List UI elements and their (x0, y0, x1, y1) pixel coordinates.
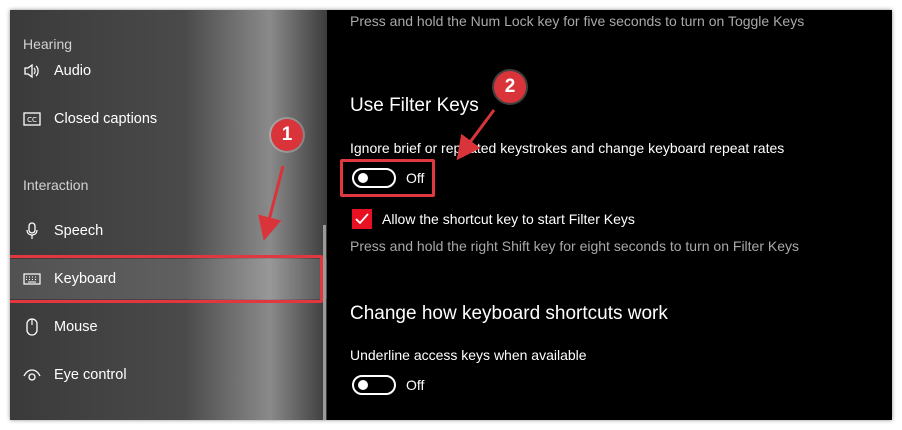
underline-toggle-row: Off (352, 375, 424, 395)
settings-window: Hearing Audio CC Closed captions Interac… (10, 10, 892, 420)
filter-keys-heading: Use Filter Keys (350, 95, 479, 116)
keyboard-settings-content: Press and hold the Num Lock key for five… (327, 10, 892, 420)
section-title-hearing: Hearing (23, 36, 73, 52)
underline-toggle-state: Off (406, 377, 425, 393)
shortcut-checkbox-row: Allow the shortcut key to start Filter K… (352, 209, 635, 229)
underline-access-keys-description: Underline access keys when available (350, 347, 587, 363)
step-2-badge: 2 (494, 71, 526, 103)
filter-keys-toggle[interactable] (352, 168, 396, 188)
sidebar-item-label: Mouse (54, 319, 98, 335)
sidebar-item-label: Speech (54, 223, 104, 239)
toggle-knob (358, 380, 368, 390)
speaker-icon (23, 62, 41, 80)
keyboard-icon (23, 270, 41, 288)
sidebar-scrollbar[interactable] (323, 225, 326, 420)
sidebar-item-label: Audio (54, 63, 92, 79)
sidebar-item-eye-control[interactable]: Eye control (10, 355, 327, 395)
toggle-knob (358, 173, 368, 183)
sidebar-item-label: Closed captions (54, 111, 158, 127)
filter-keys-toggle-state: Off (406, 170, 425, 186)
toggle-keys-description: Press and hold the Num Lock key for five… (350, 13, 805, 29)
sidebar-item-mouse[interactable]: Mouse (10, 307, 327, 347)
keyboard-shortcuts-heading: Change how keyboard shortcuts work (350, 303, 668, 324)
filter-keys-toggle-row: Off (352, 168, 424, 188)
section-title-interaction: Interaction (23, 177, 89, 193)
sidebar-item-label: Eye control (54, 367, 127, 383)
eye-icon (23, 366, 41, 384)
shortcut-checkbox[interactable] (352, 209, 372, 229)
filter-keys-description: Ignore brief or repeated keystrokes and … (350, 140, 785, 156)
sidebar: Hearing Audio CC Closed captions Interac… (10, 10, 327, 420)
sidebar-item-audio[interactable]: Audio (10, 51, 327, 91)
checkmark-icon (355, 213, 369, 225)
sidebar-item-keyboard[interactable]: Keyboard (10, 259, 327, 299)
sidebar-item-label: Keyboard (54, 271, 117, 287)
underline-access-keys-toggle[interactable] (352, 375, 396, 395)
microphone-icon (23, 222, 41, 240)
mouse-icon (23, 318, 41, 336)
shortcut-checkbox-label: Allow the shortcut key to start Filter K… (382, 211, 635, 227)
step-1-badge: 1 (271, 119, 303, 151)
sidebar-item-speech[interactable]: Speech (10, 211, 327, 251)
svg-text:CC: CC (27, 116, 37, 124)
cc-icon: CC (23, 110, 41, 128)
shortcut-description: Press and hold the right Shift key for e… (350, 238, 800, 254)
